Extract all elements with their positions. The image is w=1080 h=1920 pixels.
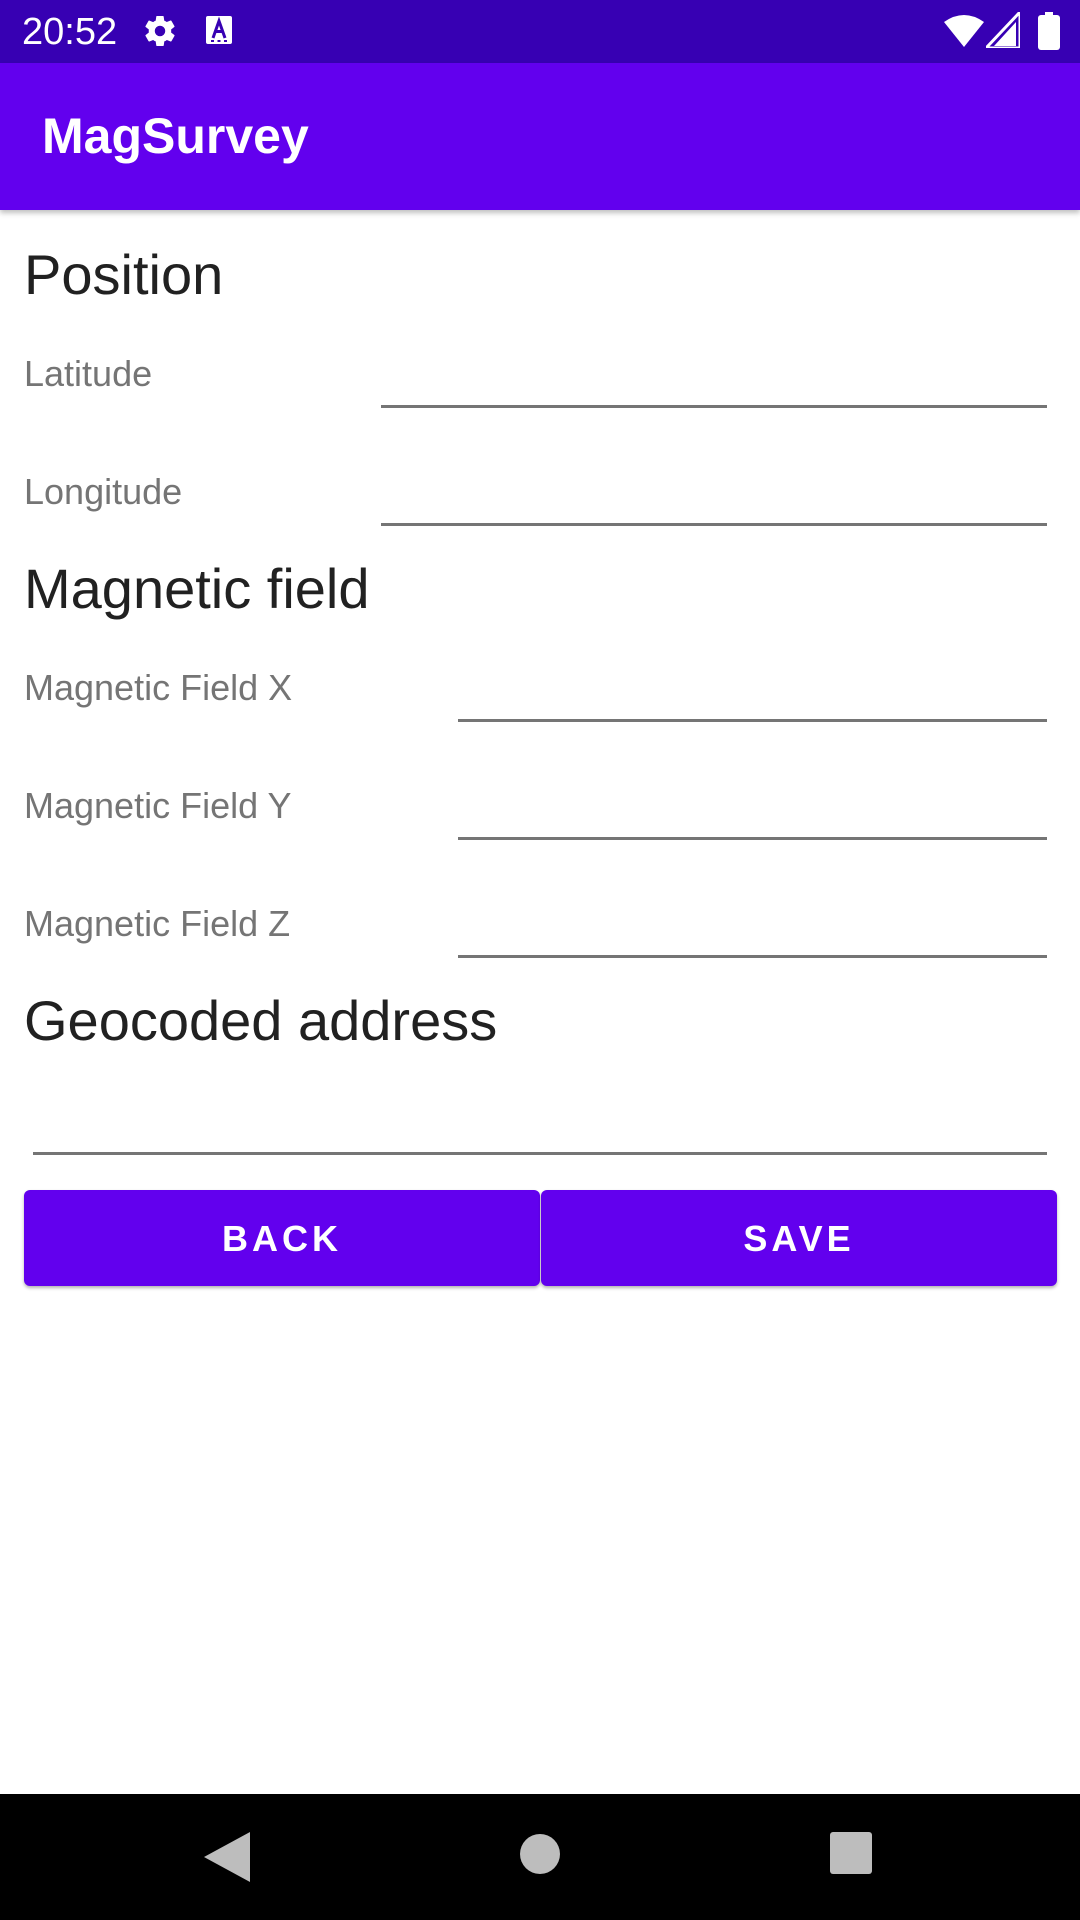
keyboard-a-icon	[206, 16, 232, 44]
back-button[interactable]: BACK	[24, 1190, 540, 1286]
latitude-label: Latitude	[24, 353, 153, 394]
longitude-field[interactable]	[381, 476, 1047, 526]
gear-icon	[145, 16, 175, 47]
magnetic-field-heading: Magnetic field	[24, 557, 370, 620]
screen: 20:52 MagSurvey Position Latitude Longit…	[0, 0, 1080, 1920]
home-circle-icon[interactable]	[518, 1832, 562, 1876]
magnetic-field-z-label: Magnetic Field Z	[24, 903, 291, 944]
battery-icon	[1038, 12, 1060, 50]
magnetic-field-y-label: Magnetic Field Y	[24, 785, 292, 826]
latitude-field[interactable]	[381, 358, 1047, 408]
navigation-bar	[0, 1794, 1080, 1920]
app-title: MagSurvey	[42, 108, 309, 164]
magnetic-field-x-label: Magnetic Field X	[24, 667, 293, 708]
save-button[interactable]: SAVE	[541, 1190, 1057, 1286]
recents-square-icon[interactable]	[830, 1832, 872, 1874]
longitude-label: Longitude	[24, 471, 183, 512]
magnetic-field-x-field[interactable]	[458, 672, 1047, 722]
status-bar: 20:52	[0, 0, 1080, 63]
magnetic-field-y-field[interactable]	[458, 790, 1047, 840]
status-time: 20:52	[22, 11, 118, 53]
wifi-icon	[944, 15, 984, 47]
geocoded-address-heading: Geocoded address	[24, 989, 498, 1052]
magnetic-field-z-field[interactable]	[458, 908, 1047, 958]
app-bar: MagSurvey	[0, 63, 1080, 210]
geocoded-address-field[interactable]	[33, 1105, 1047, 1155]
back-triangle-icon[interactable]	[204, 1832, 250, 1882]
signal-icon	[986, 12, 1020, 48]
position-heading: Position	[24, 243, 224, 306]
